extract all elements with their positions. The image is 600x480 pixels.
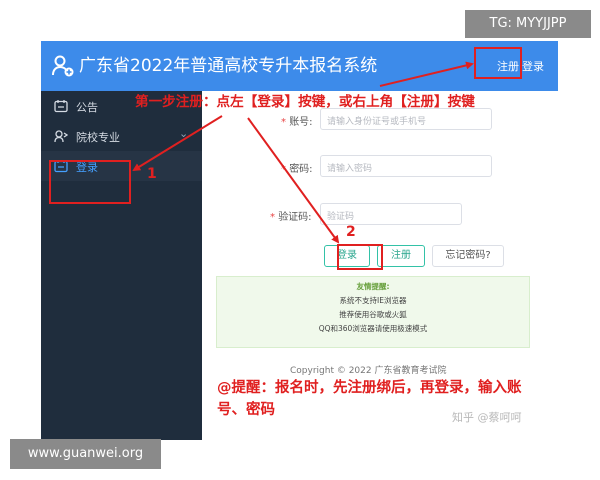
sidebar-item-schools[interactable]: 院校专业 ⌄	[41, 121, 202, 151]
register-button-highlight-box	[337, 244, 383, 270]
chevron-down-icon: ⌄	[179, 127, 189, 140]
user-plus-icon	[52, 55, 74, 77]
tip-line: 推荐使用谷歌或火狐	[339, 310, 407, 319]
reminder-annotation-line1: @提醒：报名时，先注册绑后，再登录，输入账	[217, 380, 522, 396]
account-label: * 账号:	[281, 117, 313, 128]
login-highlight-box	[49, 160, 131, 204]
annotation-number-2: 2	[346, 224, 356, 240]
password-input[interactable]: 请输入密码	[320, 155, 492, 177]
account-input[interactable]: 请输入身份证号或手机号	[320, 108, 492, 130]
tip-line: 系统不支持IE浏览器	[339, 296, 407, 305]
register-highlight-box	[474, 47, 522, 79]
tip-title: 友情提醒:	[356, 282, 390, 291]
app-title: 广东省2022年普通高校专升本报名系统	[79, 56, 378, 76]
notice-icon	[54, 100, 68, 113]
sidebar: 公告 院校专业 ⌄ 登录	[41, 91, 202, 440]
school-icon	[54, 130, 68, 143]
tg-watermark: TG: MYYJJPP	[465, 10, 591, 38]
forgot-password-button[interactable]: 忘记密码?	[432, 245, 504, 267]
reminder-annotation-line2: 号、密码	[217, 402, 275, 418]
password-label: * 密码:	[281, 164, 313, 175]
step1-annotation: 第一步注册：点左【登录】按键，或右上角【注册】按键	[135, 94, 475, 110]
sidebar-item-label: 公告	[76, 101, 98, 114]
captcha-label: * 验证码:	[270, 212, 312, 223]
copyright-text: Copyright © 2022 广东省教育考试院	[290, 366, 447, 376]
sidebar-item-label: 院校专业	[76, 131, 120, 144]
login-link[interactable]: 登录	[522, 58, 544, 74]
zhihu-watermark: 知乎 @蔡呵呵	[452, 411, 522, 424]
browser-tip-box: 友情提醒: 系统不支持IE浏览器 推荐使用谷歌或火狐 QQ和360浏览器请使用极…	[216, 276, 530, 348]
site-watermark: www.guanwei.org	[10, 439, 161, 469]
tip-line: QQ和360浏览器请使用极速模式	[318, 324, 428, 333]
captcha-input[interactable]: 验证码	[320, 203, 462, 225]
register-button[interactable]: 注册	[377, 245, 425, 267]
annotation-number-1: 1	[147, 166, 157, 182]
